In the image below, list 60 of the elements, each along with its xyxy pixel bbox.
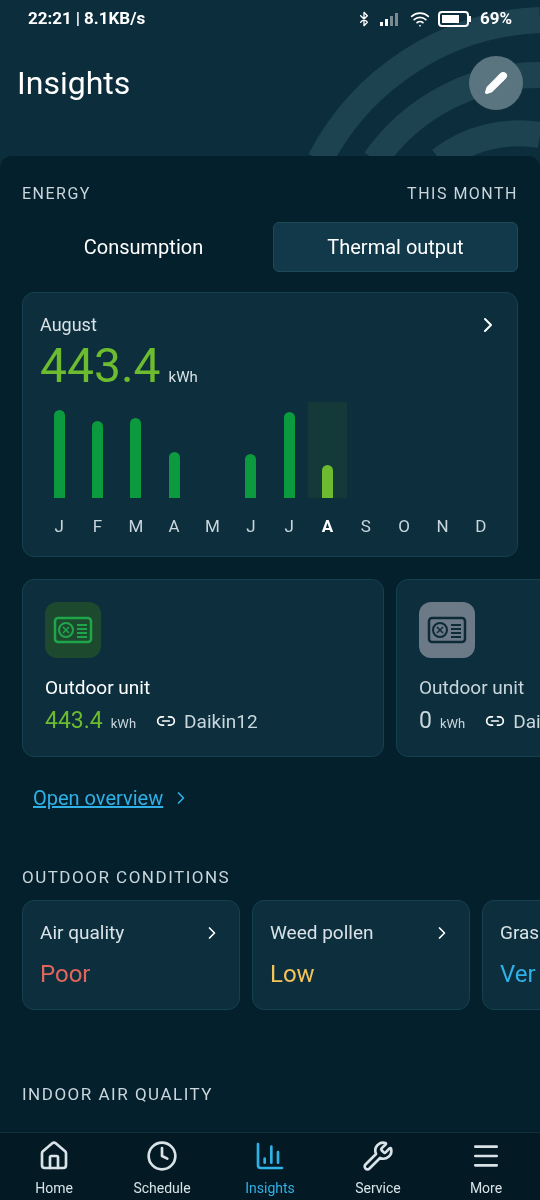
month-axis-label: N bbox=[435, 515, 450, 538]
month-axis-label: F bbox=[91, 515, 104, 538]
unit-name: Outdoor unit bbox=[419, 674, 526, 701]
page-title: Insights bbox=[17, 63, 131, 104]
open-overview-link[interactable]: Open overview bbox=[33, 782, 192, 813]
condition-card[interactable]: Gras Ver bbox=[482, 900, 540, 1010]
month-axis-label: J bbox=[283, 515, 295, 538]
section-heading: OUTDOOR CONDITIONS bbox=[22, 865, 232, 889]
edit-button[interactable] bbox=[469, 56, 523, 110]
month-axis-label: M bbox=[204, 515, 221, 538]
section-heading: ENERGY bbox=[22, 183, 91, 205]
status-time: 22:21 bbox=[28, 7, 72, 31]
status-speed: 8.1KB/s bbox=[84, 7, 146, 31]
pencil-icon bbox=[484, 71, 508, 95]
condition-value: Ver bbox=[500, 958, 537, 990]
wifi-icon bbox=[409, 9, 430, 29]
energy-card[interactable]: August 443.4 kWh J F M A M J J A S O N D bbox=[22, 292, 518, 557]
tab[interactable]: Thermal output bbox=[273, 222, 518, 272]
condition-card[interactable]: Air quality Poor bbox=[22, 900, 240, 1010]
nav-tab[interactable]: Service bbox=[324, 1133, 432, 1200]
month-axis-label: O bbox=[397, 515, 411, 538]
condition-card[interactable]: Weed pollen Low bbox=[252, 900, 470, 1010]
clock-icon bbox=[146, 1140, 178, 1172]
unit-name: Outdoor unit bbox=[45, 674, 152, 701]
unit-card[interactable]: Outdoor unit 0 kWh Dai bbox=[396, 578, 540, 757]
wrench-icon bbox=[362, 1140, 394, 1172]
unit-card[interactable]: Outdoor unit 443.4 kWh Daikin12 bbox=[22, 578, 384, 757]
section-heading: INDOOR AIR QUALITY bbox=[22, 1083, 215, 1106]
unit-energy-unit: kWh bbox=[110, 715, 137, 733]
energy-unit: kWh bbox=[168, 367, 198, 388]
month-label: August bbox=[40, 313, 97, 337]
unit-energy-unit: kWh bbox=[439, 715, 466, 733]
month-axis-label: D bbox=[474, 515, 488, 538]
condition-value: Low bbox=[270, 958, 316, 990]
home-icon bbox=[38, 1140, 70, 1172]
battery-level: 69% bbox=[479, 7, 512, 31]
nav-tab[interactable]: Insights bbox=[216, 1133, 324, 1200]
period-label: THIS MONTH bbox=[407, 183, 518, 205]
condition-label: Gras bbox=[500, 920, 540, 946]
energy-value: 443.4 bbox=[40, 342, 161, 390]
condition-value: Poor bbox=[40, 958, 92, 990]
device-name: Dai bbox=[513, 709, 540, 735]
month-axis-label: A bbox=[320, 515, 335, 538]
month-axis-label: J bbox=[53, 515, 65, 538]
month-axis-label: M bbox=[127, 515, 145, 538]
month-axis-label: A bbox=[167, 515, 181, 538]
status-separator: | bbox=[75, 7, 81, 31]
battery-icon bbox=[437, 11, 472, 27]
unit-energy-value: 443.4 bbox=[45, 706, 103, 736]
tab[interactable]: Consumption bbox=[22, 222, 265, 272]
condition-label: Air quality bbox=[40, 920, 125, 946]
month-axis-label: S bbox=[359, 515, 372, 538]
unit-energy-value: 0 bbox=[419, 706, 432, 736]
bar-chart-icon bbox=[254, 1140, 286, 1172]
condition-label: Weed pollen bbox=[270, 920, 374, 946]
nav-tab[interactable]: More bbox=[432, 1133, 540, 1200]
nav-tab[interactable]: Home bbox=[0, 1133, 108, 1200]
nav-tab[interactable]: Schedule bbox=[108, 1133, 216, 1200]
device-name: Daikin12 bbox=[184, 709, 258, 735]
month-axis-label: J bbox=[245, 515, 257, 538]
